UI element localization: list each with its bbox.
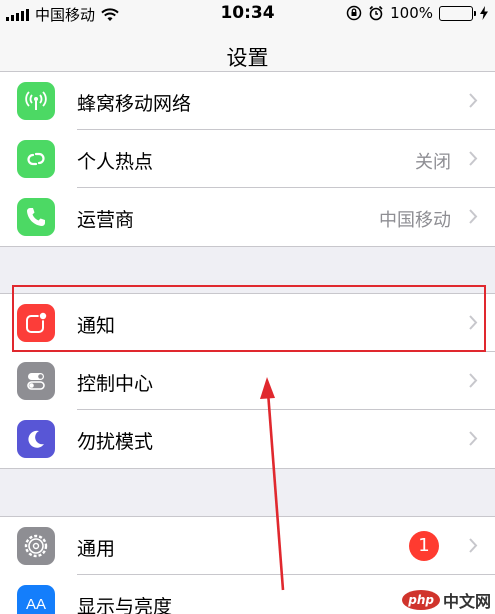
watermark-text: 中文网 [442,592,491,611]
php-logo: php [402,590,440,610]
watermark: php 中文网 [402,588,491,612]
red-arrow-annotation [260,377,285,591]
